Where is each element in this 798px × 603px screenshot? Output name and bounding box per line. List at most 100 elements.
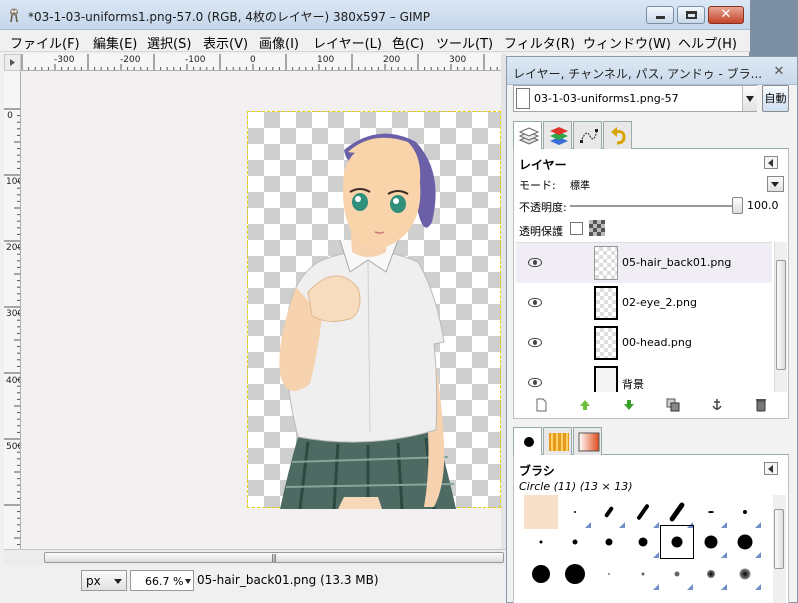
canvas-horizontal-scrollbar[interactable]: ||| <box>4 549 506 565</box>
duplicate-layer-icon[interactable] <box>666 398 680 412</box>
scrollbar-thumb[interactable] <box>774 509 784 569</box>
brush-description: Circle (11) (13 × 13) <box>519 480 633 493</box>
brush-item[interactable] <box>558 495 592 529</box>
horizontal-ruler[interactable]: -300 -200 -100 0 100 200 300 <box>21 54 501 71</box>
brush-item-selected[interactable] <box>660 525 694 559</box>
mode-label: モード: <box>519 179 556 192</box>
status-message: 05-hair_back01.png (13.3 MB) <box>197 573 379 587</box>
brush-item[interactable] <box>626 525 660 559</box>
menu-windows[interactable]: ウィンドウ(W) <box>583 33 671 52</box>
brush-item[interactable] <box>626 495 660 529</box>
chevron-down-icon <box>185 579 191 584</box>
close-icon: ✕ <box>720 7 732 22</box>
window-titlebar[interactable]: *03-1-03-uniforms1.png-57.0 (RGB, 4枚のレイヤ… <box>0 0 750 30</box>
tab-channels[interactable] <box>543 121 572 149</box>
scrollbar-thumb[interactable]: ||| <box>44 552 504 563</box>
menu-edit[interactable]: 編集(E) <box>93 33 137 52</box>
new-layer-icon[interactable] <box>534 398 548 412</box>
brush-item[interactable] <box>660 557 694 591</box>
visibility-eye-icon[interactable] <box>528 258 542 267</box>
scrollbar-thumb[interactable] <box>776 260 786 370</box>
minimize-button[interactable] <box>646 6 674 24</box>
tab-paths[interactable] <box>573 121 602 149</box>
lock-alpha-checkbox[interactable] <box>570 222 583 235</box>
opacity-slider-track[interactable] <box>570 205 738 207</box>
brush-item[interactable] <box>524 495 558 529</box>
menu-bar: ファイル(F) 編集(E) 選択(S) 表示(V) 画像(I) レイヤー(L) … <box>0 30 750 52</box>
tab-gradients[interactable] <box>573 427 602 455</box>
dock-close-icon[interactable]: ✕ <box>771 65 787 79</box>
menu-file[interactable]: ファイル(F) <box>10 33 80 52</box>
layer-name: 02-eye_2.png <box>622 296 697 309</box>
vertical-ruler[interactable]: 0 100 200 300 400 500 <box>4 71 21 549</box>
lower-layer-icon[interactable] <box>622 398 636 412</box>
image-layer-boundary[interactable] <box>247 111 501 509</box>
layer-row[interactable]: 00-head.png <box>516 323 772 363</box>
menu-image[interactable]: 画像(I) <box>259 33 299 52</box>
tab-patterns[interactable] <box>543 427 572 455</box>
auto-button[interactable]: 自動 <box>762 85 789 112</box>
brush-item[interactable] <box>592 557 626 591</box>
brush-item[interactable] <box>728 495 762 529</box>
brush-item[interactable] <box>660 495 694 529</box>
dock-tabs <box>513 121 789 150</box>
brush-item[interactable] <box>728 525 762 559</box>
brush-item[interactable] <box>694 495 728 529</box>
image-select-dropdown[interactable]: 03-1-03-uniforms1.png-57 <box>513 85 757 112</box>
visibility-eye-icon[interactable] <box>528 338 542 347</box>
menu-colors[interactable]: 色(C) <box>392 33 424 52</box>
delete-layer-icon[interactable] <box>754 398 768 412</box>
dock-title: レイヤー, チャンネル, パス, アンドゥ - ブラ... <box>513 67 763 81</box>
brush-item[interactable] <box>558 525 592 559</box>
visibility-eye-icon[interactable] <box>528 378 542 387</box>
unit-select[interactable]: px <box>81 570 127 591</box>
layer-list-scrollbar[interactable] <box>774 242 787 392</box>
brush-grid-scrollbar[interactable] <box>773 495 786 603</box>
brush-item[interactable] <box>728 557 762 591</box>
dock-titlebar[interactable]: レイヤー, チャンネル, パス, アンドゥ - ブラ... ✕ <box>507 57 797 85</box>
raise-layer-icon[interactable] <box>578 398 592 412</box>
brush-item[interactable] <box>558 557 592 591</box>
layers-icon <box>518 127 540 145</box>
layer-name: 背景 <box>622 378 644 391</box>
chevron-down-icon[interactable] <box>767 176 784 192</box>
brush-corner-marker <box>755 584 761 590</box>
menu-filters[interactable]: フィルタ(R) <box>504 33 575 52</box>
panel-menu-button[interactable] <box>764 462 778 475</box>
close-button[interactable]: ✕ <box>708 6 744 24</box>
ruler-corner-menu-button[interactable] <box>4 54 21 71</box>
brush-item[interactable] <box>626 557 660 591</box>
maximize-button[interactable] <box>677 6 705 24</box>
brush-item[interactable] <box>592 525 626 559</box>
layers-panel: レイヤー モード: 標準 不透明度: 100.0 透明保護 05-hair_ba… <box>513 149 789 419</box>
anchor-layer-icon[interactable] <box>710 398 724 412</box>
layer-row[interactable]: 05-hair_back01.png <box>516 243 772 283</box>
opacity-value[interactable]: 100.0 <box>747 199 779 212</box>
image-canvas[interactable] <box>21 71 501 549</box>
brush-item[interactable] <box>524 557 558 591</box>
mode-select-value[interactable]: 標準 <box>570 177 590 192</box>
layer-name: 00-head.png <box>622 336 692 349</box>
panel-menu-button[interactable] <box>764 156 778 169</box>
opacity-slider-handle[interactable] <box>732 197 743 214</box>
visibility-eye-icon[interactable] <box>528 298 542 307</box>
brush-item[interactable] <box>694 525 728 559</box>
zoom-input[interactable]: 66.7 % <box>130 570 194 591</box>
tab-brushes[interactable] <box>513 427 542 456</box>
menu-tools[interactable]: ツール(T) <box>436 33 493 52</box>
tab-undo-history[interactable] <box>603 121 632 149</box>
menu-view[interactable]: 表示(V) <box>203 33 248 52</box>
brush-item[interactable] <box>592 495 626 529</box>
brush-item[interactable] <box>524 525 558 559</box>
layer-thumbnail <box>594 366 618 392</box>
layer-row[interactable]: 背景 <box>516 363 772 392</box>
menu-layer[interactable]: レイヤー(L) <box>313 33 382 52</box>
chevron-down-icon[interactable] <box>742 86 757 111</box>
layer-row[interactable]: 02-eye_2.png <box>516 283 772 323</box>
menu-help[interactable]: ヘルプ(H) <box>678 33 737 52</box>
window-title: *03-1-03-uniforms1.png-57.0 (RGB, 4枚のレイヤ… <box>28 10 431 24</box>
brush-item[interactable] <box>694 557 728 591</box>
menu-select[interactable]: 選択(S) <box>147 33 191 52</box>
ruler-v-label: 0 <box>7 111 13 121</box>
tab-layers[interactable] <box>513 121 542 150</box>
